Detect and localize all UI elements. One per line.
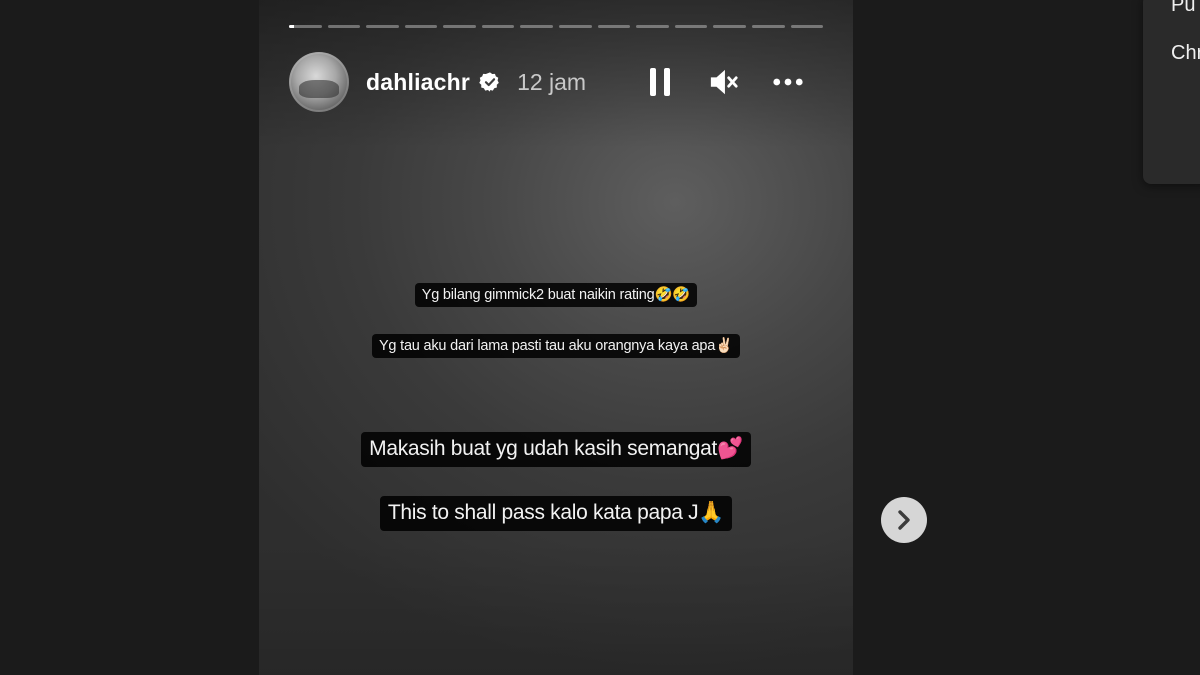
popup-menu: Pu Chr <box>1143 0 1200 184</box>
progress-segment <box>366 25 399 28</box>
story-caption: Makasih buat yg udah kasih semangat💕 <box>259 432 853 467</box>
more-options-icon <box>773 78 803 86</box>
story-viewer-page: dahliachr 12 jam Yg bilang gimmick2 buat… <box>0 0 1200 675</box>
caption-text: This to shall pass kalo kata papa J🙏 <box>379 496 733 531</box>
story-caption: Yg bilang gimmick2 buat naikin rating🤣🤣 <box>259 283 853 307</box>
caption-text: Yg bilang gimmick2 buat naikin rating🤣🤣 <box>414 283 698 307</box>
more-options-button[interactable] <box>773 66 803 98</box>
pause-button[interactable] <box>645 66 675 98</box>
avatar[interactable] <box>289 52 349 112</box>
mute-icon <box>710 69 738 95</box>
mute-button[interactable] <box>709 66 739 98</box>
popup-menu-item[interactable]: Chr <box>1171 42 1200 65</box>
progress-segment <box>443 25 476 28</box>
progress-segment <box>790 25 824 28</box>
progress-segment <box>713 25 746 28</box>
story-card[interactable]: dahliachr 12 jam Yg bilang gimmick2 buat… <box>259 0 853 675</box>
progress-segment <box>636 25 669 28</box>
progress-fill <box>289 25 294 28</box>
story-caption: This to shall pass kalo kata papa J🙏 <box>259 496 853 531</box>
pause-icon <box>650 68 670 96</box>
progress-segment <box>597 25 631 28</box>
story-controls <box>645 66 803 98</box>
progress-segment <box>520 25 554 28</box>
username-link[interactable]: dahliachr <box>366 69 470 96</box>
progress-segment <box>674 25 708 28</box>
progress-segment <box>481 25 515 28</box>
progress-segment <box>327 25 361 28</box>
story-progress-bar <box>289 25 824 28</box>
caption-text: Yg tau aku dari lama pasti tau aku orang… <box>371 334 741 358</box>
story-caption: Yg tau aku dari lama pasti tau aku orang… <box>259 334 853 358</box>
popup-menu-item[interactable]: Pu <box>1171 0 1195 17</box>
verified-badge-icon <box>479 71 501 93</box>
progress-segment <box>751 25 785 28</box>
progress-segment <box>404 25 438 28</box>
progress-segment <box>289 25 322 28</box>
caption-text: Makasih buat yg udah kasih semangat💕 <box>361 432 751 467</box>
progress-segment <box>559 25 592 28</box>
post-time: 12 jam <box>517 68 587 95</box>
story-header: dahliachr 12 jam <box>289 52 823 112</box>
chevron-right-icon <box>898 510 910 530</box>
next-story-button[interactable] <box>881 497 927 543</box>
